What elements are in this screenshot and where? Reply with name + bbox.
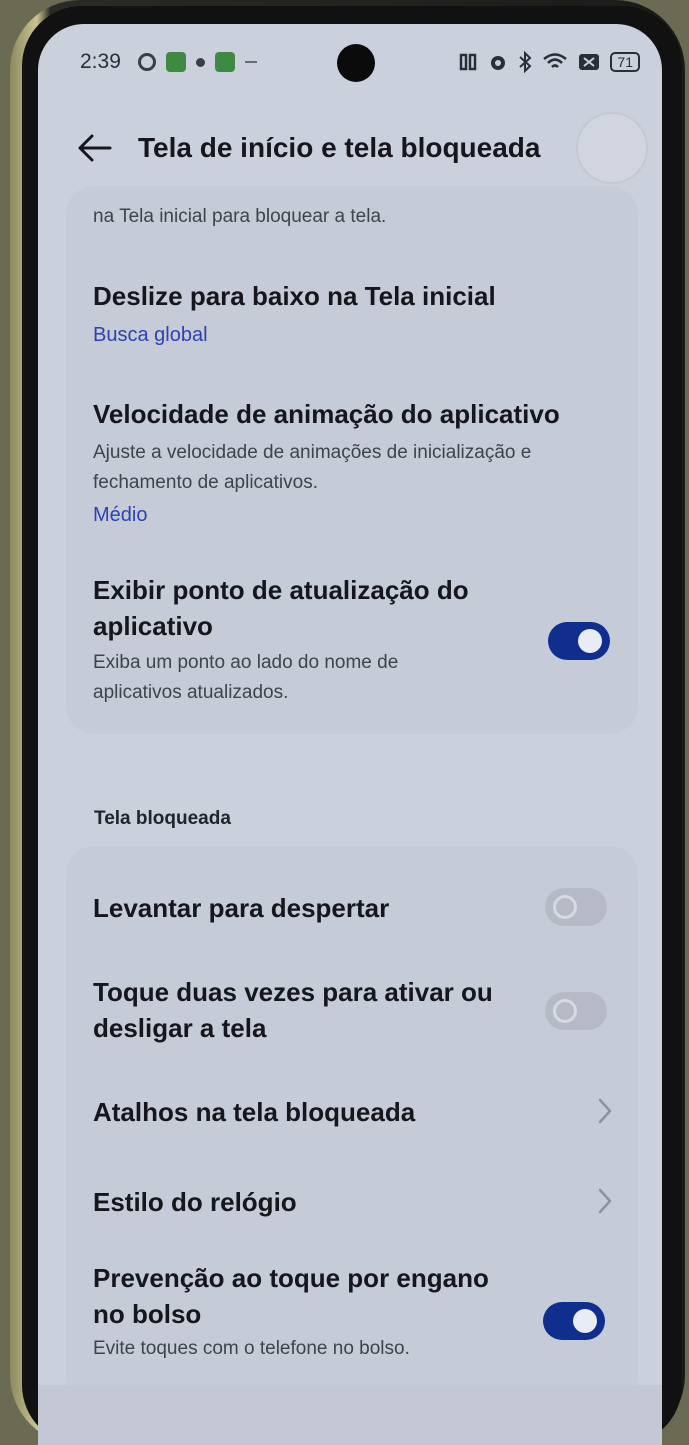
animation-speed-description: Ajuste a velocidade de animações de inic… (93, 442, 532, 493)
home-screen-card: na Tela inicial para bloquear a tela. De… (66, 186, 638, 734)
app-bar: Tela de início e tela bloqueada (38, 112, 662, 184)
section-header-lock-screen: Tela bloqueada (94, 808, 231, 829)
wifi-icon (543, 53, 568, 68)
double-tap-toggle[interactable] (545, 992, 607, 1030)
pocket-mode-toggle[interactable] (543, 1302, 605, 1340)
double-tap-title: Toque duas vezes para ativar ou desligar… (93, 977, 493, 1043)
update-dot-toggle[interactable] (548, 622, 610, 660)
animation-speed-title: Velocidade de animação do aplicativo (93, 399, 560, 429)
front-camera (337, 44, 375, 82)
page-title: Tela de início e tela bloqueada (138, 132, 541, 163)
lock-screen-card: Levantar para despertar Toque duas vezes… (66, 846, 638, 1406)
back-arrow-icon[interactable] (74, 130, 114, 166)
lock-shortcuts-title: Atalhos na tela bloqueada (93, 1097, 416, 1127)
clock-style-title: Estilo do relógio (93, 1187, 297, 1217)
pocket-mode-title: Prevenção ao toque por engano no bolso (93, 1263, 489, 1329)
system-icons: 71 (458, 51, 640, 73)
whatsapp-icon (138, 53, 156, 71)
app-icon-green (166, 52, 186, 72)
chevron-right-icon (598, 1098, 612, 1124)
toggle-knob (578, 629, 602, 653)
notification-icons (138, 52, 257, 72)
floating-circle (576, 112, 648, 184)
app-icon-green-2 (215, 52, 235, 72)
bluetooth-icon (519, 51, 532, 73)
dash-icon (245, 61, 257, 63)
swipe-down-value: Busca global (93, 324, 208, 346)
raise-to-wake-title: Levantar para despertar (93, 893, 390, 923)
raise-to-wake-toggle[interactable] (545, 888, 607, 926)
alarm-icon (491, 56, 506, 70)
toggle-knob (553, 895, 577, 919)
dot-icon (196, 57, 205, 67)
swipe-down-title: Deslize para baixo na Tela inicial (93, 281, 496, 311)
status-time: 2:39 (80, 50, 121, 73)
update-dot-description: Exiba um ponto ao lado do nome de aplica… (93, 652, 399, 703)
animation-speed-value: Médio (93, 504, 148, 526)
pocket-mode-description: Evite toques com o telefone no bolso. (93, 1338, 410, 1359)
chevron-right-icon (598, 1188, 612, 1214)
nfc-icon (460, 53, 477, 71)
battery-saver-icon (579, 54, 600, 70)
screen: 2:39 71 Tela de início e tela bloqueada … (38, 24, 662, 1445)
navigation-bar (38, 1385, 662, 1445)
toggle-knob (573, 1309, 597, 1333)
toggle-knob (553, 999, 577, 1023)
update-dot-title: Exibir ponto de atualização do aplicativ… (93, 575, 469, 641)
truncated-description: na Tela inicial para bloquear a tela. (93, 206, 387, 227)
battery-icon: 71 (610, 52, 640, 72)
status-bar: 2:39 71 (38, 24, 662, 96)
